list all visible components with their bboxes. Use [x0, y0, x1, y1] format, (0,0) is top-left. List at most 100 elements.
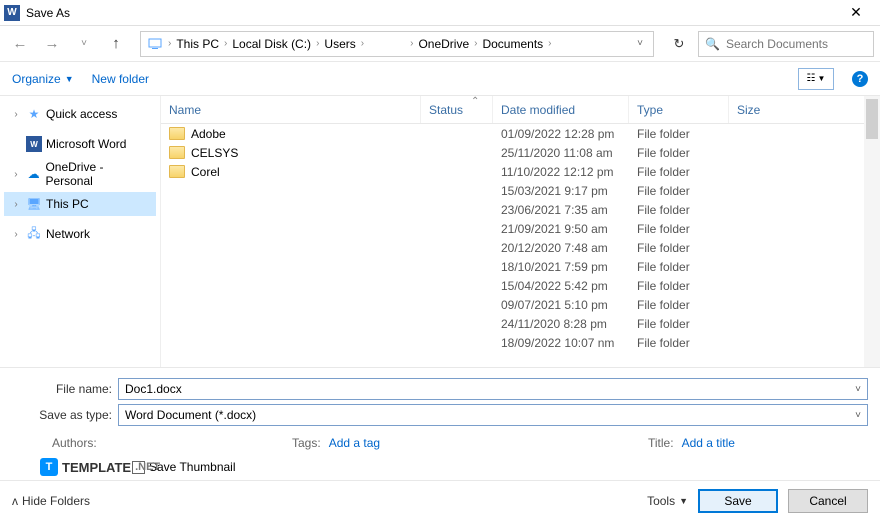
save-button[interactable]: Save [698, 489, 778, 513]
cell-date: 25/11/2020 11:08 am [493, 146, 629, 160]
nav-tree: › ★ Quick access W Microsoft Word › ☁ On… [0, 96, 160, 367]
chevron-right-icon[interactable]: › [10, 169, 22, 180]
chevron-down-icon[interactable]: ˅ [855, 410, 861, 421]
table-row[interactable]: Corel11/10/2022 12:12 pmFile folder [161, 162, 880, 181]
recent-dropdown-button[interactable]: ˅ [70, 30, 98, 58]
file-name: CELSYS [191, 146, 238, 160]
address-dropdown-button[interactable]: ˅ [631, 38, 649, 49]
column-size[interactable]: Size [729, 96, 880, 123]
star-icon: ★ [26, 106, 42, 122]
cell-type: File folder [629, 184, 729, 198]
breadcrumb-item[interactable]: OneDrive [416, 37, 471, 51]
table-row[interactable]: Adobe01/09/2022 12:28 pmFile folder [161, 124, 880, 143]
chevron-right-icon[interactable]: › [10, 109, 22, 120]
tree-item-quick-access[interactable]: › ★ Quick access [4, 102, 156, 126]
hide-folders-label: Hide Folders [22, 494, 90, 508]
title-hint[interactable]: Add a title [682, 436, 735, 450]
tree-item-microsoft-word[interactable]: W Microsoft Word [4, 132, 156, 156]
cell-date: 20/12/2020 7:48 am [493, 241, 629, 255]
refresh-button[interactable]: ↻ [664, 31, 694, 57]
chevron-right-icon[interactable]: › [10, 199, 22, 210]
table-row[interactable]: 15/04/2022 5:42 pmFile folder [161, 276, 880, 295]
chevron-right-icon: › [168, 38, 171, 49]
address-bar[interactable]: › This PC › Local Disk (C:) › Users › › … [140, 31, 654, 57]
chevron-up-icon: ʌ [12, 494, 18, 508]
chevron-right-icon: › [316, 38, 319, 49]
tree-label: OneDrive - Personal [45, 160, 152, 188]
breadcrumb-item[interactable]: Users [322, 37, 357, 51]
chevron-right-icon: › [474, 38, 477, 49]
cell-date: 11/10/2022 12:12 pm [493, 165, 629, 179]
table-row[interactable]: 15/03/2021 9:17 pmFile folder [161, 181, 880, 200]
chevron-down-icon[interactable]: ˅ [855, 384, 861, 395]
table-row[interactable]: 23/06/2021 7:35 amFile folder [161, 200, 880, 219]
table-row[interactable]: 09/07/2021 5:10 pmFile folder [161, 295, 880, 314]
forward-button[interactable]: → [38, 30, 66, 58]
cell-type: File folder [629, 222, 729, 236]
chevron-down-icon: ▼ [679, 496, 688, 506]
cell-type: File folder [629, 203, 729, 217]
tree-item-network[interactable]: › 🖧 Network [4, 222, 156, 246]
back-button[interactable]: ← [6, 30, 34, 58]
sort-indicator-icon: ⌃ [471, 96, 479, 107]
breadcrumb-item[interactable]: This PC [174, 37, 221, 51]
body: › ★ Quick access W Microsoft Word › ☁ On… [0, 96, 880, 367]
new-folder-button[interactable]: New folder [92, 72, 149, 86]
file-list: ⌃ Name Status Date modified Type Size Ad… [160, 96, 880, 367]
cell-type: File folder [629, 279, 729, 293]
chevron-right-icon: › [361, 38, 364, 49]
chevron-right-icon: › [548, 38, 551, 49]
folder-icon [169, 146, 185, 159]
tree-label: This PC [46, 197, 89, 211]
tags-field[interactable]: Tags: Add a tag [222, 436, 648, 450]
tools-menu[interactable]: Tools ▼ [647, 494, 688, 508]
view-options-button[interactable]: ☷ ▼ [798, 68, 834, 90]
cancel-button[interactable]: Cancel [788, 489, 868, 513]
breadcrumb-item[interactable]: Local Disk (C:) [230, 37, 313, 51]
table-row[interactable]: 18/09/2022 10:07 nmFile folder [161, 333, 880, 352]
chevron-right-icon[interactable]: › [10, 229, 22, 240]
chevron-right-icon: › [224, 38, 227, 49]
tree-item-onedrive[interactable]: › ☁ OneDrive - Personal [4, 162, 156, 186]
hide-folders-button[interactable]: ʌ Hide Folders [12, 494, 90, 508]
filename-field[interactable]: Doc1.docx ˅ [118, 378, 868, 400]
cell-date: 18/09/2022 10:07 nm [493, 336, 629, 350]
save-thumbnail-label: Save Thumbnail [149, 460, 236, 474]
cell-date: 18/10/2021 7:59 pm [493, 260, 629, 274]
help-button[interactable]: ? [852, 71, 868, 87]
title-label: Title: [648, 436, 674, 450]
column-type[interactable]: Type [629, 96, 729, 123]
organize-menu[interactable]: Organize ▼ [12, 72, 74, 86]
table-row[interactable]: 24/11/2020 8:28 pmFile folder [161, 314, 880, 333]
vertical-scrollbar[interactable] [864, 96, 880, 367]
column-status[interactable]: Status [421, 96, 493, 123]
tags-hint[interactable]: Add a tag [329, 436, 380, 450]
cell-date: 24/11/2020 8:28 pm [493, 317, 629, 331]
save-type-label: Save as type: [12, 408, 112, 422]
breadcrumb-item[interactable]: Documents [480, 37, 545, 51]
scrollbar-thumb[interactable] [866, 99, 878, 139]
search-box[interactable]: 🔍 [698, 31, 874, 57]
save-type-field[interactable]: Word Document (*.docx) ˅ [118, 404, 868, 426]
cell-type: File folder [629, 336, 729, 350]
watermark-icon: T [40, 458, 58, 476]
table-row[interactable]: 21/09/2021 9:50 amFile folder [161, 219, 880, 238]
search-input[interactable] [726, 37, 867, 51]
table-row[interactable]: 18/10/2021 7:59 pmFile folder [161, 257, 880, 276]
authors-field[interactable]: Authors: [12, 436, 222, 450]
tree-label: Microsoft Word [46, 137, 126, 151]
pc-icon: 🖥 [26, 196, 42, 212]
tree-item-this-pc[interactable]: › 🖥 This PC [4, 192, 156, 216]
search-icon: 🔍 [705, 37, 720, 51]
close-button[interactable]: ✕ [836, 0, 876, 26]
filename-value: Doc1.docx [125, 382, 182, 396]
column-name[interactable]: Name [161, 96, 421, 123]
watermark-brand: TEMPLATE [62, 460, 131, 475]
table-row[interactable]: 20/12/2020 7:48 amFile folder [161, 238, 880, 257]
table-row[interactable]: CELSYS25/11/2020 11:08 amFile folder [161, 143, 880, 162]
column-date-modified[interactable]: Date modified [493, 96, 629, 123]
cell-name: CELSYS [161, 146, 421, 160]
title-field[interactable]: Title: Add a title [648, 436, 868, 450]
watermark: T TEMPLATE.NET [40, 458, 160, 476]
up-button[interactable]: ↑ [102, 30, 130, 58]
